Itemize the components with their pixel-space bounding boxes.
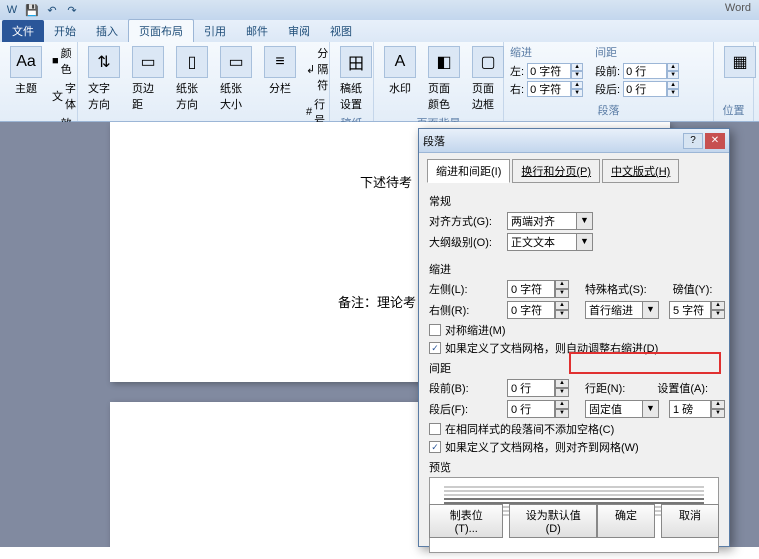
align-combo[interactable]: ▼ — [507, 212, 593, 230]
tab-file[interactable]: 文件 — [2, 20, 44, 42]
tab-view[interactable]: 视图 — [320, 20, 362, 42]
watermark[interactable]: A水印 — [380, 44, 420, 98]
columns[interactable]: ≡分栏 — [260, 44, 300, 98]
manuscript-icon: 田 — [340, 46, 372, 78]
textdir-icon: ⇅ — [88, 46, 120, 78]
margins[interactable]: ▭页边距 — [128, 44, 168, 114]
word-icon: W — [4, 2, 20, 18]
tab-layout[interactable]: 页面布局 — [128, 19, 194, 42]
space-after[interactable]: ▲▼ — [507, 400, 569, 418]
cancel-button[interactable]: 取消 — [661, 504, 719, 538]
page-border[interactable]: ▢页面边框 — [468, 44, 508, 114]
spacing-after-spin[interactable]: ▲▼ — [623, 81, 679, 97]
tab-ref[interactable]: 引用 — [194, 20, 236, 42]
theme-fonts[interactable]: 文字体 — [50, 79, 78, 113]
indent-right-spin[interactable]: ▲▼ — [527, 81, 583, 97]
group-paragraph: 段落 — [510, 101, 707, 119]
tab-home[interactable]: 开始 — [44, 20, 86, 42]
dlg-tab-asian[interactable]: 中文版式(H) — [602, 159, 679, 183]
space-before[interactable]: ▲▼ — [507, 379, 569, 397]
noadd-check[interactable] — [429, 423, 441, 435]
help-button[interactable]: ? — [683, 133, 703, 149]
special-combo[interactable]: ▼ — [585, 301, 659, 319]
pagecolor-icon: ◧ — [428, 46, 460, 78]
manuscript[interactable]: 田稿纸设置 — [336, 44, 376, 114]
chevron-down-icon[interactable]: ▼ — [577, 212, 593, 230]
ribbon: Aа主题 ■颜色 文字体 ◐效果 主题 ⇅文字方向 ▭页边距 ▯纸张方向 ▭纸张… — [0, 42, 759, 122]
tab-mail[interactable]: 邮件 — [236, 20, 278, 42]
spin-up-icon[interactable]: ▲ — [571, 63, 583, 71]
tab-review[interactable]: 审阅 — [278, 20, 320, 42]
position[interactable]: ▦ — [720, 44, 759, 80]
linespacing-combo[interactable]: ▼ — [585, 400, 659, 418]
size-icon: ▭ — [220, 46, 252, 78]
default-button[interactable]: 设为默认值(D) — [509, 504, 597, 538]
outline-combo[interactable]: ▼ — [507, 233, 593, 251]
position-icon: ▦ — [724, 46, 756, 78]
save-icon[interactable]: 💾 — [24, 2, 40, 18]
autoadjust-check[interactable]: ✓ — [429, 342, 441, 354]
paragraph-dialog: 段落 ? ✕ 缩进和间距(I) 换行和分页(P) 中文版式(H) 常规 对齐方式… — [418, 128, 730, 547]
page-color[interactable]: ◧页面颜色 — [424, 44, 464, 114]
dlg-tab-indent[interactable]: 缩进和间距(I) — [427, 159, 510, 183]
orient-icon: ▯ — [176, 46, 208, 78]
spin-down-icon[interactable]: ▼ — [571, 71, 583, 79]
ok-button[interactable]: 确定 — [597, 504, 655, 538]
margins-icon: ▭ — [132, 46, 164, 78]
dialog-title: 段落 — [423, 133, 445, 149]
app-title: Word — [725, 2, 751, 14]
orientation[interactable]: ▯纸张方向 — [172, 44, 212, 114]
undo-icon[interactable]: ↶ — [44, 2, 60, 18]
tab-insert[interactable]: 插入 — [86, 20, 128, 42]
close-button[interactable]: ✕ — [705, 133, 725, 149]
ribbon-tabs: 文件 开始 插入 页面布局 引用 邮件 审阅 视图 — [0, 20, 759, 42]
border-icon: ▢ — [472, 46, 504, 78]
watermark-icon: A — [384, 46, 416, 78]
indent-by[interactable]: ▲▼ — [669, 301, 725, 319]
indent-left[interactable]: ▲▼ — [507, 280, 569, 298]
indent-left-spin[interactable]: ▲▼ — [527, 63, 583, 79]
snap-check[interactable]: ✓ — [429, 441, 441, 453]
tabs-button[interactable]: 制表位(T)... — [429, 504, 503, 538]
columns-icon: ≡ — [264, 46, 296, 78]
at-value[interactable]: ▲▼ — [669, 400, 725, 418]
size[interactable]: ▭纸张大小 — [216, 44, 256, 114]
group-position: 位置 — [720, 101, 747, 119]
themes-icon: Aа — [10, 46, 42, 78]
themes-button[interactable]: Aа主题 — [6, 44, 46, 98]
mirror-check[interactable] — [429, 324, 441, 336]
breaks[interactable]: ↲分隔符 — [304, 44, 333, 94]
text-direction[interactable]: ⇅文字方向 — [84, 44, 124, 114]
redo-icon[interactable]: ↷ — [64, 2, 80, 18]
spacing-before-spin[interactable]: ▲▼ — [623, 63, 679, 79]
indent-right[interactable]: ▲▼ — [507, 301, 569, 319]
theme-colors[interactable]: ■颜色 — [50, 44, 78, 78]
dlg-tab-breaks[interactable]: 换行和分页(P) — [512, 159, 600, 183]
